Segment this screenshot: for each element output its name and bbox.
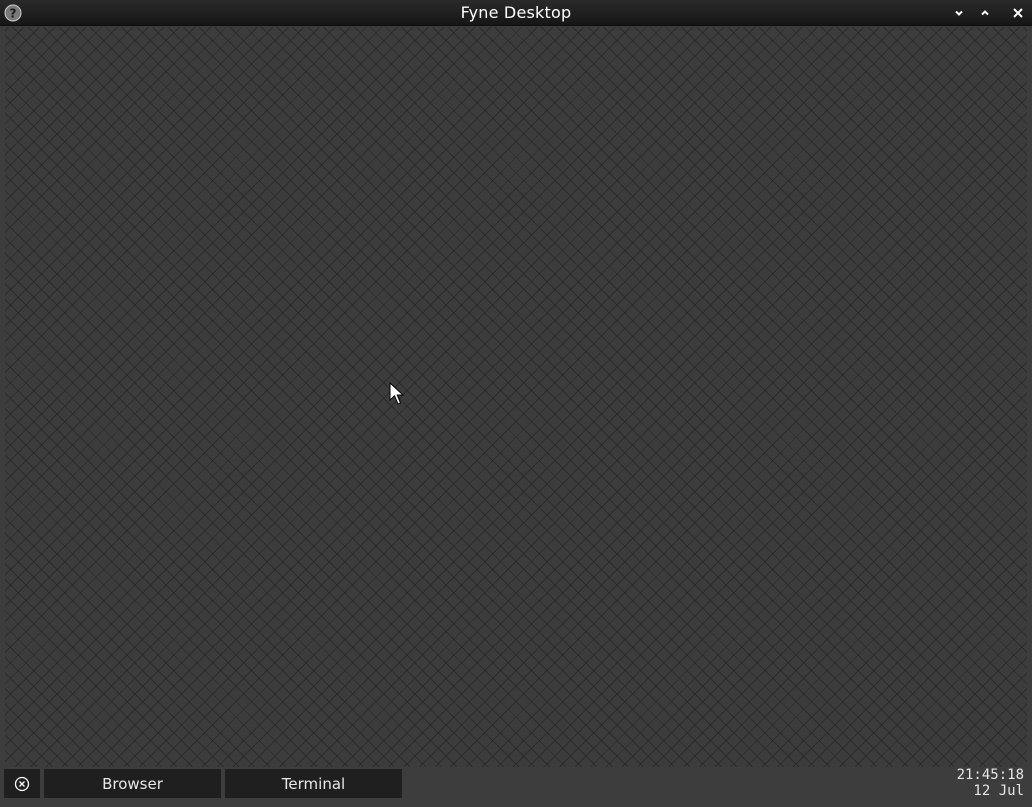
minimize-button[interactable] <box>950 4 968 22</box>
fyne-desktop-window: ? Fyne Desktop Browser Terminal 21:45:18… <box>0 0 1032 807</box>
taskbar-app-browser[interactable]: Browser <box>44 769 221 798</box>
close-button[interactable] <box>1009 4 1027 22</box>
clock: 21:45:18 12 Jul <box>957 767 1024 799</box>
desktop-background[interactable] <box>5 27 1027 767</box>
taskbar-app-terminal[interactable]: Terminal <box>225 769 402 798</box>
chevron-down-icon <box>955 10 963 16</box>
launcher-button[interactable] <box>4 769 40 798</box>
circle-x-icon <box>14 776 30 791</box>
title-bar[interactable]: ? Fyne Desktop <box>0 0 1032 26</box>
clock-date: 12 Jul <box>973 783 1024 799</box>
maximize-button[interactable] <box>976 4 994 22</box>
window-title: Fyne Desktop <box>460 3 572 22</box>
taskbar: Browser Terminal 21:45:18 12 Jul <box>0 767 1032 807</box>
chevron-up-icon <box>981 10 989 16</box>
clock-time: 21:45:18 <box>956 767 1024 783</box>
mouse-pointer-icon <box>389 382 405 405</box>
close-icon <box>1013 8 1023 18</box>
